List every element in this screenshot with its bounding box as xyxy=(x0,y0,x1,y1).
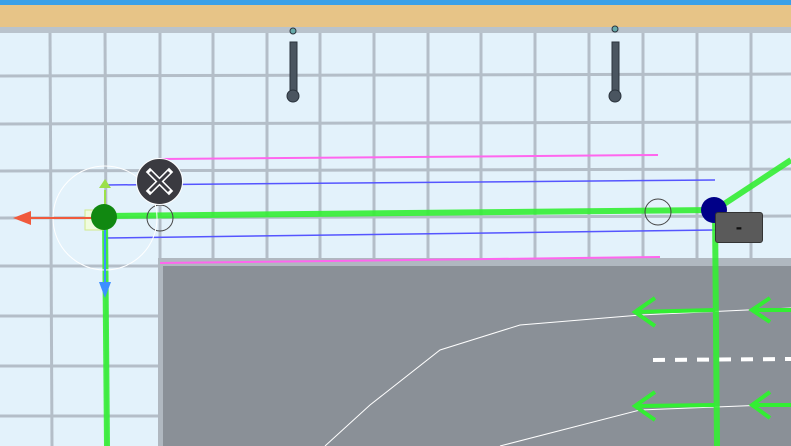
street-lamp-icon xyxy=(286,25,622,103)
axis-y-arrow xyxy=(99,179,111,188)
road-surface xyxy=(158,258,791,446)
axis-z-arrow xyxy=(99,282,111,298)
remove-button-label: - xyxy=(735,218,743,237)
move-gizmo-icon[interactable] xyxy=(13,165,158,298)
scene-viewport[interactable]: - xyxy=(0,0,791,446)
remove-button[interactable]: - xyxy=(715,212,763,243)
delete-node-button[interactable] xyxy=(136,158,183,205)
path-node-start[interactable] xyxy=(91,204,117,230)
scene-canvas xyxy=(0,0,791,446)
axis-x-arrow xyxy=(13,211,31,225)
close-x-icon xyxy=(145,167,174,196)
top-wall xyxy=(0,0,791,33)
